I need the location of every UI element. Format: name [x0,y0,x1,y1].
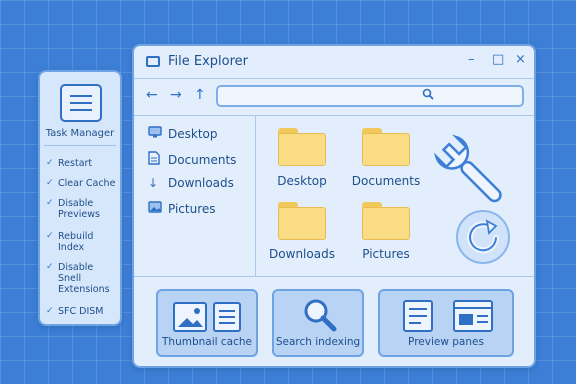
folder-label-documents[interactable]: Documents [341,174,431,188]
search-indexing-tile[interactable]: Search indexing [272,289,364,357]
close-button[interactable]: × [515,52,526,67]
search-icon[interactable] [422,88,434,103]
folder-downloads-icon[interactable] [278,202,326,240]
maximize-button[interactable]: □ [492,52,504,67]
download-arrow-icon: ↓ [148,176,159,190]
tile-label: Search indexing [275,336,361,348]
folder-desktop-icon[interactable] [278,128,326,166]
folder-documents-icon[interactable] [362,128,410,166]
address-bar: ← → ↑ [134,78,534,116]
check-icon: ✓ [46,178,54,188]
preview-pane-icon [402,299,496,337]
document-icon [148,151,168,168]
sidebar-item-downloads[interactable]: ↓ Downloads [148,176,234,190]
task-panel-title: Task Manager [44,128,116,146]
task-list: ✓ Restart ✓ Clear Cache ✓ Disable Previews … [46,158,116,322]
monitor-icon [148,126,168,141]
tile-label: Thumbnail cache [162,336,252,348]
sidebar-item-documents[interactable]: Documents [148,151,236,168]
tile-label: Preview panes [408,336,484,348]
magnifier-icon [302,297,338,337]
search-input[interactable] [216,85,524,107]
sidebar-item-pictures[interactable]: Pictures [148,201,216,216]
task-item-rebuild-index[interactable]: ✓ Rebuild Index [46,231,116,262]
wrench-icon [426,128,512,218]
window-icon [146,56,160,67]
check-icon: ✓ [46,262,54,272]
check-icon: ✓ [46,198,54,208]
file-explorer-window: File Explorer – □ × ← → ↑ Desktop Docume… [132,44,536,368]
forward-arrow-icon[interactable]: → [170,87,182,103]
check-icon: ✓ [46,231,54,241]
check-icon: ✓ [46,158,54,168]
task-panel: Task Manager ✓ Restart ✓ Clear Cache ✓ Disa… [38,70,122,326]
folder-pictures-icon[interactable] [362,202,410,240]
task-item-clear-cache[interactable]: ✓ Clear Cache [46,178,116,198]
task-item-disable-shell-extensions[interactable]: ✓ Disable Snell Extensions [46,262,116,306]
preview-panes-tile[interactable]: Preview panes [378,289,514,357]
folder-label-downloads[interactable]: Downloads [257,247,347,261]
up-arrow-icon[interactable]: ↑ [194,87,206,103]
title-bar: File Explorer – □ × [134,46,534,78]
bottom-tools-bar: Thumbnail cache Search indexing Preview … [134,276,534,368]
task-manager-icon [60,84,102,122]
navigation-sidebar: Desktop Documents ↓ Downloads Pictures [134,116,256,276]
task-item-disable-previews[interactable]: ✓ Disable Previews [46,198,116,231]
sidebar-item-desktop[interactable]: Desktop [148,126,218,141]
thumbnail-icon [172,301,244,337]
thumbnail-cache-tile[interactable]: Thumbnail cache [156,289,258,357]
folder-label-pictures[interactable]: Pictures [341,247,431,261]
refresh-icon [454,208,512,270]
check-icon: ✓ [46,306,54,316]
back-arrow-icon[interactable]: ← [146,87,158,103]
window-title: File Explorer [168,54,249,69]
task-item-sfc-dism[interactable]: ✓ SFC DISM [46,306,116,322]
minimize-button[interactable]: – [468,52,475,67]
picture-icon [148,201,168,216]
task-item-restart[interactable]: ✓ Restart [46,158,116,178]
folder-label-desktop[interactable]: Desktop [257,174,347,188]
